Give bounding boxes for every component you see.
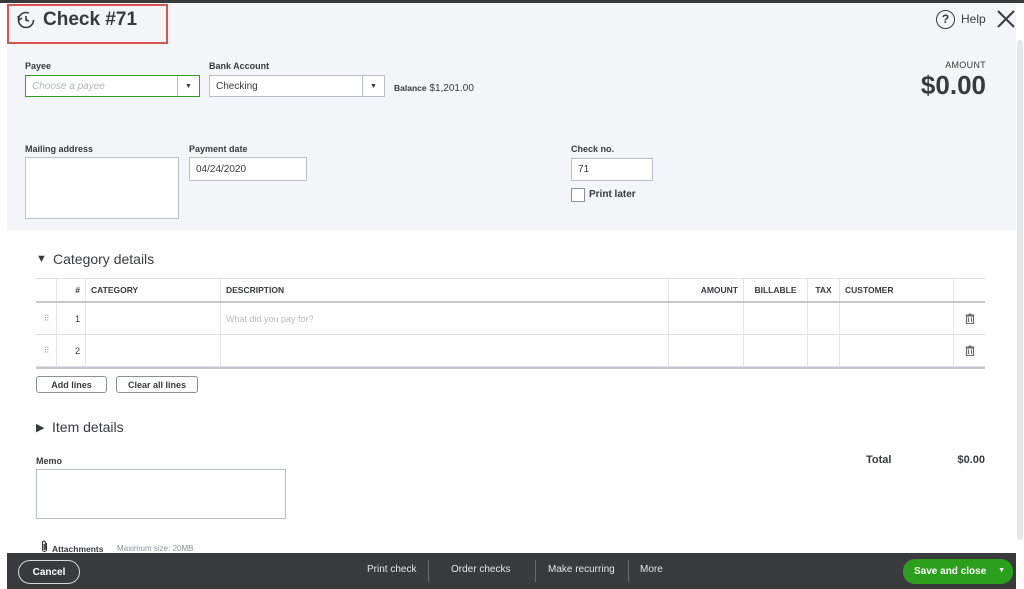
balance-label: Balance (394, 83, 427, 93)
column-header-actions (953, 279, 985, 301)
memo-field[interactable] (36, 469, 286, 519)
make-recurring-button[interactable]: Make recurring (548, 564, 615, 575)
payment-date-value: 04/24/2020 (196, 163, 247, 175)
column-header-customer: CUSTOMER (839, 279, 953, 301)
balance-readout: Balance $1,201.00 (394, 83, 474, 94)
amount-cell[interactable] (668, 335, 743, 366)
payment-date-label: Payment date (189, 144, 248, 154)
expand-triangle-icon[interactable]: ▶ (36, 421, 44, 434)
bank-account-value: Checking (216, 80, 258, 92)
chevron-down-icon[interactable]: ▼ (177, 76, 199, 96)
scrollbar[interactable] (1017, 40, 1023, 540)
help-icon[interactable]: ? (936, 10, 955, 29)
check-no-field[interactable]: 71 (571, 158, 653, 181)
collapse-triangle-icon[interactable]: ▼ (36, 253, 47, 265)
page-title: Check #71 (43, 9, 138, 30)
attachments-max-size: Maximum size: 20MB (117, 544, 194, 553)
bank-account-select[interactable]: Checking ▼ (209, 75, 385, 97)
mailing-address-label: Mailing address (25, 144, 94, 154)
print-later-label[interactable]: Print later (589, 189, 636, 200)
more-button[interactable]: More (640, 564, 663, 575)
drag-column-header (36, 279, 56, 301)
amount-label: AMOUNT (945, 60, 986, 70)
cancel-button[interactable]: Cancel (18, 560, 80, 584)
memo-label: Memo (36, 456, 63, 466)
column-header-amount: AMOUNT (668, 279, 743, 301)
clear-all-lines-button[interactable]: Clear all lines (116, 376, 198, 393)
payee-label: Payee (25, 61, 52, 71)
footer-divider (535, 560, 536, 582)
category-cell[interactable] (85, 335, 220, 366)
table-row[interactable]: ⠿ 2 (36, 335, 985, 367)
footer-bar (7, 553, 1016, 589)
check-no-value: 71 (578, 164, 590, 175)
column-header-billable: BILLABLE (743, 279, 807, 301)
save-and-close-button[interactable]: Save and close ▼ (903, 559, 1013, 584)
category-cell[interactable] (85, 303, 220, 334)
print-later-checkbox[interactable] (571, 188, 585, 202)
drag-handle-icon[interactable]: ⠿ (36, 335, 56, 366)
mailing-address-field[interactable] (25, 157, 179, 219)
column-header-number: # (56, 279, 85, 301)
add-lines-button[interactable]: Add lines (36, 376, 107, 393)
payee-select[interactable]: Choose a payee ▼ (25, 75, 200, 97)
billable-cell[interactable] (743, 335, 807, 366)
chevron-down-icon[interactable]: ▼ (998, 567, 1005, 574)
item-details-title[interactable]: Item details (52, 419, 124, 435)
balance-value: $1,201.00 (429, 83, 474, 94)
print-check-button[interactable]: Print check (367, 564, 416, 575)
history-icon[interactable] (16, 10, 36, 30)
column-header-description: DESCRIPTION (220, 279, 668, 301)
customer-cell[interactable] (839, 303, 953, 334)
customer-cell[interactable] (839, 335, 953, 366)
close-icon[interactable] (995, 8, 1017, 30)
table-header-row: # CATEGORY DESCRIPTION AMOUNT BILLABLE T… (36, 278, 985, 303)
row-number: 1 (56, 303, 85, 334)
table-bottom-border (36, 367, 985, 369)
category-details-title[interactable]: Category details (53, 251, 154, 267)
payment-date-field[interactable]: 04/24/2020 (189, 157, 307, 181)
amount-cell[interactable] (668, 303, 743, 334)
check-no-label: Check no. (571, 144, 615, 154)
trash-icon[interactable] (953, 303, 985, 334)
help-link[interactable]: Help (961, 12, 986, 26)
payee-placeholder: Choose a payee (32, 80, 105, 92)
tax-cell[interactable] (807, 303, 839, 334)
description-cell[interactable]: What did you pay for? (220, 303, 668, 334)
billable-cell[interactable] (743, 303, 807, 334)
row-number: 2 (56, 335, 85, 366)
bank-account-label: Bank Account (209, 61, 270, 71)
save-and-close-label: Save and close (914, 566, 987, 577)
tax-cell[interactable] (807, 335, 839, 366)
amount-value: $0.00 (920, 70, 986, 100)
drag-handle-icon[interactable]: ⠿ (36, 303, 56, 334)
footer-divider (428, 560, 429, 582)
table-row[interactable]: ⠿ 1 What did you pay for? (36, 303, 985, 335)
description-placeholder: What did you pay for? (226, 313, 314, 324)
total-value: $0.00 (957, 454, 985, 466)
order-checks-button[interactable]: Order checks (451, 564, 510, 575)
column-header-tax: TAX (807, 279, 839, 301)
total-label: Total (866, 454, 892, 466)
footer-divider (628, 560, 629, 582)
column-header-category: CATEGORY (85, 279, 220, 301)
chevron-down-icon[interactable]: ▼ (362, 76, 384, 96)
trash-icon[interactable] (953, 335, 985, 366)
description-cell[interactable] (220, 335, 668, 366)
